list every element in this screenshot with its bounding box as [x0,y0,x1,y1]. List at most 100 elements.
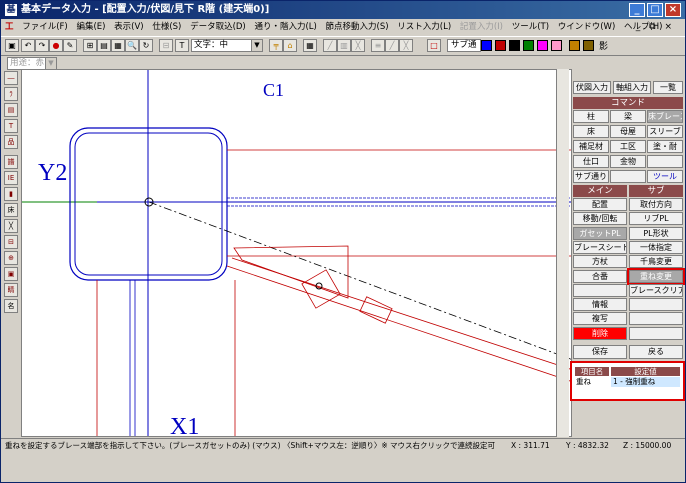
back-button[interactable]: 戻る [629,345,683,359]
minimize-button[interactable]: _ [629,3,645,17]
command-2-0[interactable]: 補足材 [573,140,609,153]
menu-node-move[interactable]: 節点移動入力(S) [326,22,389,32]
tool-icon-6[interactable]: 譜 [4,155,18,169]
menu-spec[interactable]: 仕様(S) [152,22,181,32]
command-3-1[interactable]: 金物 [610,155,646,168]
tool-icon-11[interactable]: ⊟ [4,235,18,249]
roof-icon[interactable]: ⌂ [283,39,297,52]
color-swatch-blue[interactable] [481,40,492,51]
menu-file[interactable]: ファイル(F) [22,22,68,32]
command-4-0[interactable]: サブ通り [573,170,609,183]
main-item-5[interactable]: 合番 [573,269,627,283]
menu-window[interactable]: ウインドウ(W) [558,22,616,32]
sub-item-6[interactable]: ブレースクリア [629,283,683,297]
tool-icon-5[interactable]: 品 [4,135,18,149]
zoom-window-icon[interactable]: ▦ [111,39,125,52]
column-icon[interactable]: ╤ [269,39,283,52]
vertical-scrollbar[interactable] [556,69,569,437]
command-0-1[interactable]: 梁 [610,110,646,123]
tool-icon-3[interactable]: ▤ [4,103,18,117]
command-2-1[interactable]: 工区 [610,140,646,153]
tab-plan-input[interactable]: 伏図入力 [573,81,611,94]
sub-item-5[interactable]: 重ね変更 [627,267,685,285]
grid-icon[interactable]: ⊞ [83,39,97,52]
tool-icon-12[interactable]: ⊕ [4,251,18,265]
tool-icon-9[interactable]: 床 [4,203,18,217]
redo-icon[interactable]: ↷ [35,39,49,52]
frame-icon[interactable]: □ [427,39,441,52]
tool-icon-1[interactable]: ― [4,71,18,85]
sub-item-0[interactable]: 取付方向 [629,198,683,211]
sub-item-4[interactable]: 千鳥変更 [629,255,683,269]
tab-frame-input[interactable]: 軸組入力 [613,81,651,94]
tab-list[interactable]: 一覧 [653,81,683,94]
text-size-select[interactable]: 文字：中 ▼ [191,39,263,52]
sub-item-1[interactable]: リブPL [629,212,683,226]
tool-icon-13[interactable]: ▣ [4,267,18,281]
tool-icon-8[interactable]: ▮ [4,187,18,201]
tool-icon-14[interactable]: 睛 [4,283,18,297]
shadow-label[interactable]: 影 [599,39,608,52]
main-item-4[interactable]: 方杖 [573,255,627,269]
main-item-7[interactable]: 情報 [573,298,627,312]
color-swatch-black[interactable] [509,40,520,51]
pen-icon[interactable]: ✎ [63,39,77,52]
command-1-0[interactable]: 床 [573,125,609,138]
tool-icon-4[interactable]: T [4,119,18,133]
color-swatch-orange[interactable] [569,40,580,51]
command-1-1[interactable]: 母屋 [610,125,646,138]
stop-icon[interactable]: ● [49,39,63,52]
drawing-canvas[interactable]: C1 Y2 X1 [21,69,572,437]
main-item-3[interactable]: ブレースシート [573,240,627,254]
tool-icon-7[interactable]: IE [4,171,18,185]
tool-icon-2[interactable]: ﾗ [4,87,18,101]
sub-item-2[interactable]: PL形状 [629,226,683,240]
zoom-icon[interactable]: 🔍 [125,39,139,52]
tool-icon-15[interactable]: 名 [4,299,18,313]
maximize-button[interactable]: □ [647,3,663,17]
table-icon[interactable]: ▦ [303,39,317,52]
main-item-2[interactable]: ガセットPL [573,226,627,240]
save-button[interactable]: 保存 [573,345,627,359]
color-swatch-magenta[interactable] [537,40,548,51]
menu-tools[interactable]: ツール(T) [512,22,549,32]
sub-item-3[interactable]: 一体指定 [629,240,683,254]
menu-view[interactable]: 表示(V) [114,22,143,32]
save-icon[interactable]: ▣ [5,39,19,52]
sub-header: サブ [629,185,683,197]
command-0-0[interactable]: 柱 [573,110,609,123]
color-swatch-green[interactable] [523,40,534,51]
menu-edit[interactable]: 編集(E) [76,22,105,32]
main-item-0[interactable]: 配置 [573,198,627,211]
color-swatch-brown[interactable] [583,40,594,51]
structural-drawing[interactable]: C1 Y2 X1 [22,70,572,437]
color-swatch-pink[interactable] [551,40,562,51]
tool-icon-10[interactable]: ╳ [4,219,18,233]
refresh-icon[interactable]: ↻ [139,39,153,52]
command-1-2[interactable]: スリーブ [647,125,683,138]
brace-edge-2 [226,265,571,382]
command-2-2[interactable]: 塗・耐 [647,140,683,153]
main-item-8[interactable]: 複写 [573,312,627,326]
command-0-2[interactable]: 床ブレース [647,110,683,123]
menu-grid-floor[interactable]: 通り・階入力(L) [254,22,316,32]
sub-grid-toggle[interactable]: サブ通 [447,39,481,52]
property-box: 項目名 設定値 重ね 1 - 強制重ね [570,361,685,401]
window-icon[interactable]: ▤ [97,39,111,52]
main-item-1[interactable]: 移動/回転 [573,212,627,226]
menu-list-input[interactable]: リスト入力(L) [397,22,451,32]
menu-import[interactable]: データ取込(D) [190,22,246,32]
prop-value-field[interactable]: 1 - 強制重ね [611,377,680,387]
undo-icon[interactable]: ↶ [21,39,35,52]
mdi-window-buttons[interactable]: _ ⧉ × [636,19,675,35]
command-4-2[interactable]: ツール [647,170,683,183]
close-button[interactable]: × [665,3,681,17]
status-z: Z : 15000.00 [623,441,672,450]
command-header: コマンド [573,97,683,109]
command-3-0[interactable]: 仕口 [573,155,609,168]
disabled-icon: ⊟ [159,39,173,52]
color-swatch-red[interactable] [495,40,506,51]
main-item-9[interactable]: 削除 [573,326,627,340]
line-icon: ╱ [323,39,337,52]
text-tool-icon[interactable]: T [175,39,189,52]
